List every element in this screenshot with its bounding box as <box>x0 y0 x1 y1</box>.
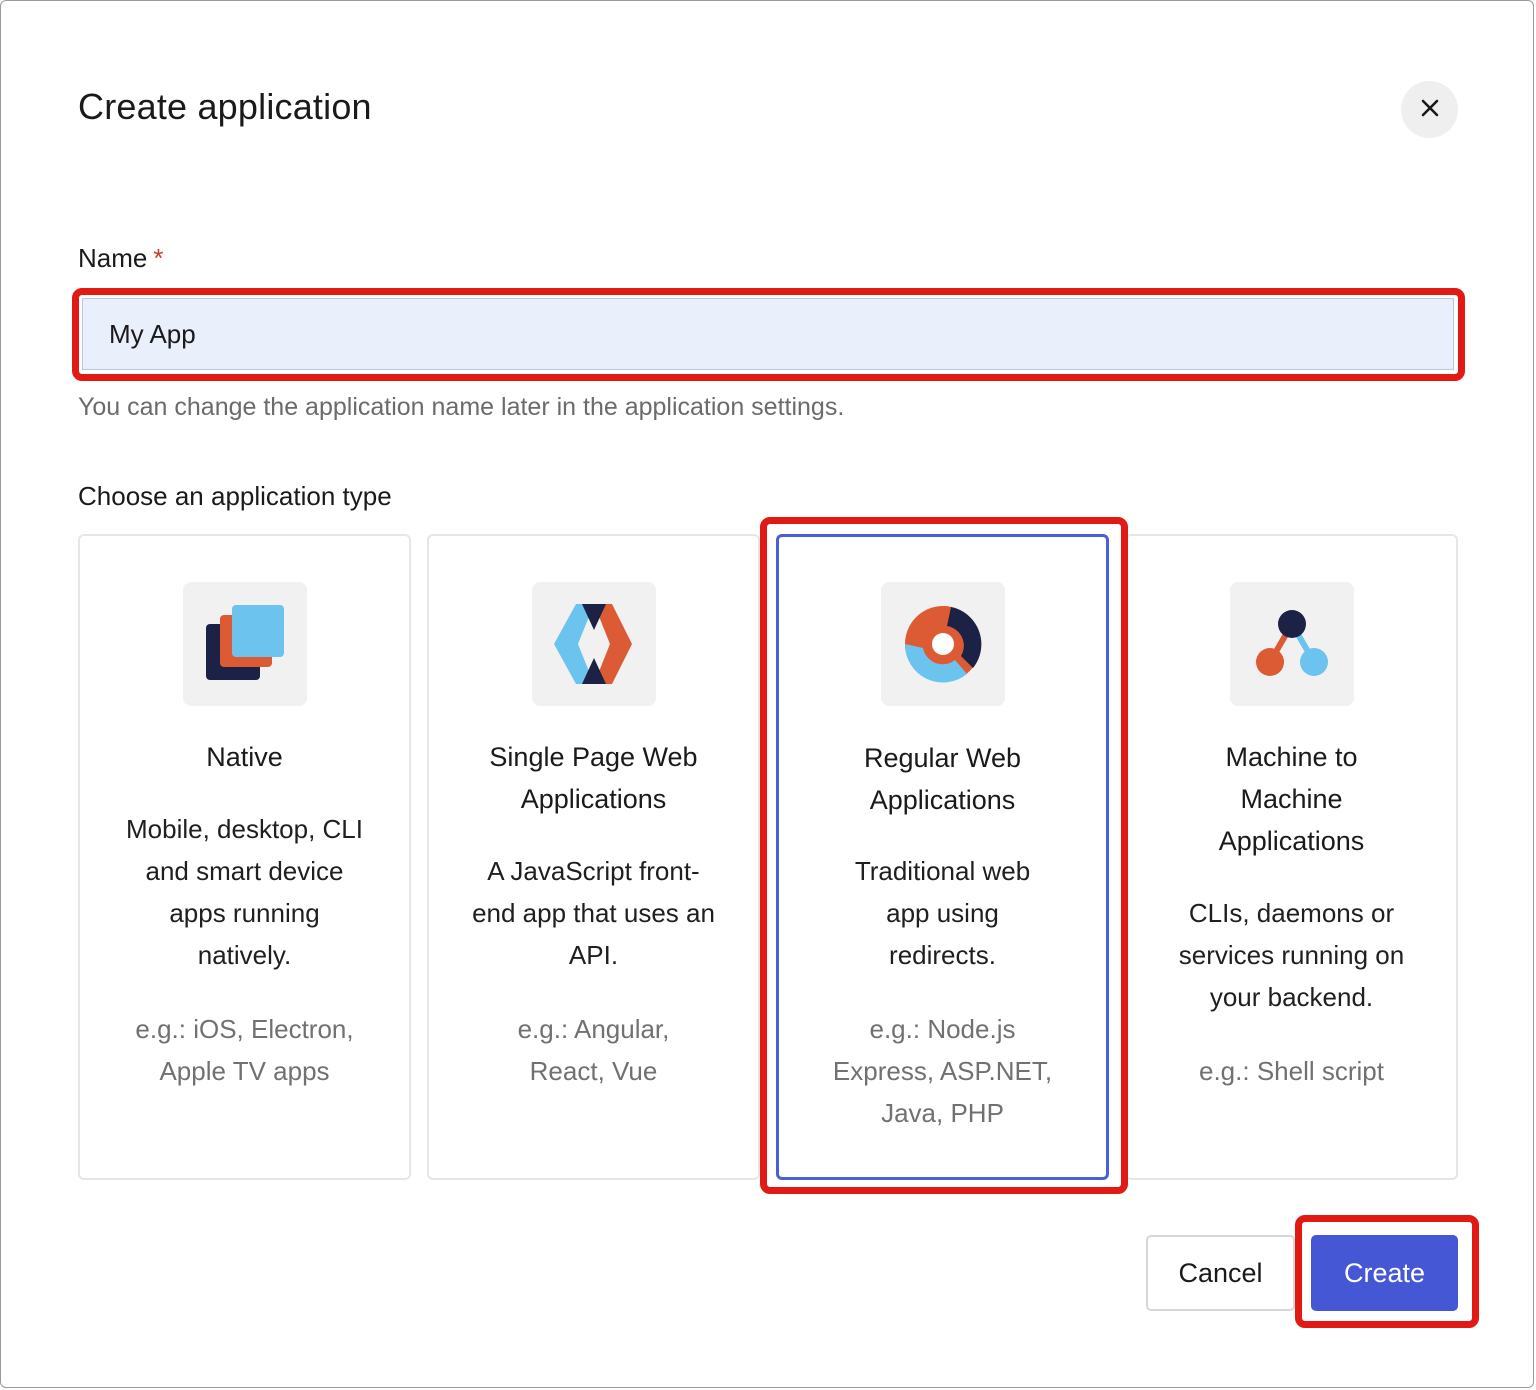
required-marker: * <box>153 243 164 273</box>
single-page-app-icon <box>531 582 656 706</box>
card-examples: e.g.: Shell script <box>1199 1056 1384 1086</box>
app-type-card-native[interactable]: Native Mobile, desktop, CLI and smart de… <box>78 534 411 1180</box>
card-description: A JavaScript front-end app that uses an … <box>472 856 715 970</box>
card-description: CLIs, daemons or services running on you… <box>1178 898 1405 1012</box>
card-examples: e.g.: Angular, React, Vue <box>517 1014 670 1086</box>
app-type-card-spa[interactable]: Single Page Web Applications A JavaScrip… <box>427 534 760 1180</box>
highlight-create-button <box>1295 1215 1479 1328</box>
highlight-selected-card <box>760 517 1128 1194</box>
name-helper-text: You can change the application name late… <box>78 393 845 421</box>
name-label-text: Name <box>78 243 148 273</box>
card-title: Machine to Machine Applications <box>1218 742 1365 856</box>
close-icon <box>1420 98 1440 121</box>
card-title: Single Page Web Applications <box>489 742 698 814</box>
highlight-name-input <box>72 288 1465 381</box>
card-title: Native <box>206 742 283 772</box>
cancel-button[interactable]: Cancel <box>1146 1235 1295 1311</box>
native-app-icon <box>182 582 307 706</box>
card-examples: e.g.: iOS, Electron, Apple TV apps <box>135 1014 354 1086</box>
card-description: Mobile, desktop, CLI and smart device ap… <box>125 814 363 970</box>
close-button[interactable] <box>1401 81 1458 138</box>
app-type-card-m2m[interactable]: Machine to Machine Applications CLIs, da… <box>1125 534 1458 1180</box>
machine-to-machine-icon <box>1229 582 1354 706</box>
name-label: Name * <box>78 243 163 274</box>
app-type-label: Choose an application type <box>78 481 392 511</box>
dialog-title: Create application <box>78 86 372 127</box>
